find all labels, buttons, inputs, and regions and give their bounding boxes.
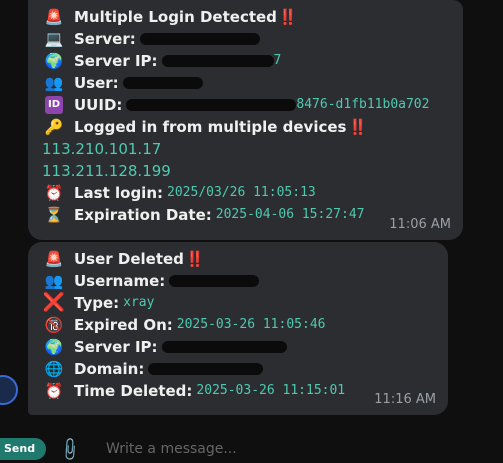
msg1-user-row: 👥 User: (42, 72, 451, 94)
alarm-clock-icon: ⏰ (44, 382, 64, 400)
alarm-clock-icon: ⏰ (44, 184, 64, 202)
siren-icon: 🚨 (44, 250, 64, 268)
redacted-server-ip (161, 341, 287, 353)
redacted-server (139, 33, 260, 45)
redacted-server-ip (161, 55, 274, 67)
users-icon: 👥 (44, 272, 64, 290)
uuid-label: UUID: (74, 96, 123, 114)
msg1-title-row: 🚨 Multiple Login Detected ‼️ (42, 6, 451, 28)
ip-entry: 113.210.101.17 (42, 138, 451, 160)
message-timestamp: 11:06 AM (389, 217, 451, 232)
message-bubble-multiple-login[interactable]: 🚨 Multiple Login Detected ‼️ 💻 Server: 🌍… (28, 0, 463, 240)
globe-icon: 🌍 (44, 338, 64, 356)
server-ip-label: Server IP: (74, 338, 158, 356)
double-exclamation-icon: ‼️ (348, 118, 367, 136)
users-icon: 👥 (44, 74, 64, 92)
expired-label: Expired On: (74, 316, 173, 334)
expiration-value: 2025-04-06 15:27:47 (215, 207, 365, 222)
redacted-username (169, 275, 260, 287)
multi-device-text: Logged in from multiple devices (74, 118, 347, 136)
last-login-label: Last login: (74, 184, 164, 202)
server-ip-label: Server IP: (74, 52, 158, 70)
msg1-server-row: 💻 Server: (42, 28, 451, 50)
msg2-server-ip-row: 🌍 Server IP: (42, 336, 436, 358)
key-icon: 🔑 (44, 118, 64, 136)
laptop-icon: 💻 (44, 30, 64, 48)
ip-address-2[interactable]: 113.211.128.199 (42, 160, 171, 182)
expiration-label: Expiration Date: (74, 206, 212, 224)
msg2-username-row: 👥 Username: (42, 270, 436, 292)
server-label: Server: (74, 30, 136, 48)
siren-icon: 🚨 (44, 8, 64, 26)
expired-value: 2025-03-26 11:05:46 (176, 317, 326, 332)
redacted-uuid (126, 99, 297, 111)
username-label: Username: (74, 272, 166, 290)
domain-label: Domain: (74, 360, 145, 378)
message-timestamp: 11:16 AM (374, 392, 436, 407)
msg1-uuid-row: ID UUID: 8476-d1fb11b0a702 (42, 94, 451, 116)
double-exclamation-icon: ‼️ (278, 8, 298, 26)
no-entry-icon: 🔞 (44, 316, 64, 334)
msg2-expired-row: 🔞 Expired On: 2025-03-26 11:05:46 (42, 314, 436, 336)
id-icon: ID (42, 96, 66, 114)
ip-entry: 113.211.128.199 (42, 160, 451, 182)
msg1-multi-device-row: 🔑 Logged in from multiple devices ‼️ (42, 116, 451, 138)
last-login-value: 2025/03/26 11:05:13 (167, 185, 316, 200)
message-bubble-user-deleted[interactable]: 🚨 User Deleted ‼️ 👥 Username: ❌ Type: xr… (28, 242, 448, 415)
paperclip-icon[interactable]: 📎 (56, 436, 84, 463)
redacted-domain (148, 363, 264, 375)
server-ip-visible-tail: 7 (273, 53, 282, 68)
redacted-user (122, 77, 203, 89)
cross-icon: ❌ (42, 292, 66, 313)
msg1-server-ip-row: 🌍 Server IP: 7 (42, 50, 451, 72)
msg2-domain-row: 🌐 Domain: (42, 358, 436, 380)
time-deleted-label: Time Deleted: (74, 382, 193, 400)
type-value: xray (123, 295, 155, 310)
composer-bar: Send 📎 Write a message... (0, 436, 503, 463)
user-label: User: (74, 74, 119, 92)
msg1-last-login-row: ⏰ Last login: 2025/03/26 11:05:13 (42, 182, 451, 204)
web-globe-icon: 🌐 (44, 360, 64, 378)
hourglass-icon: ⏳ (44, 206, 64, 224)
time-deleted-value: 2025-03-26 11:15:01 (196, 383, 346, 398)
msg2-title: User Deleted (74, 250, 184, 268)
type-label: Type: (74, 294, 120, 312)
msg2-type-row: ❌ Type: xray (42, 292, 436, 314)
uuid-visible-tail: 8476-d1fb11b0a702 (296, 97, 430, 112)
bot-avatar[interactable] (0, 375, 18, 405)
double-exclamation-icon: ‼️ (185, 250, 205, 268)
send-button[interactable]: Send (0, 438, 46, 460)
globe-icon: 🌍 (44, 52, 64, 70)
msg2-title-row: 🚨 User Deleted ‼️ (42, 248, 436, 270)
ip-address-1[interactable]: 113.210.101.17 (42, 138, 161, 160)
msg1-title: Multiple Login Detected (74, 8, 277, 26)
message-input[interactable]: Write a message... (106, 441, 237, 457)
